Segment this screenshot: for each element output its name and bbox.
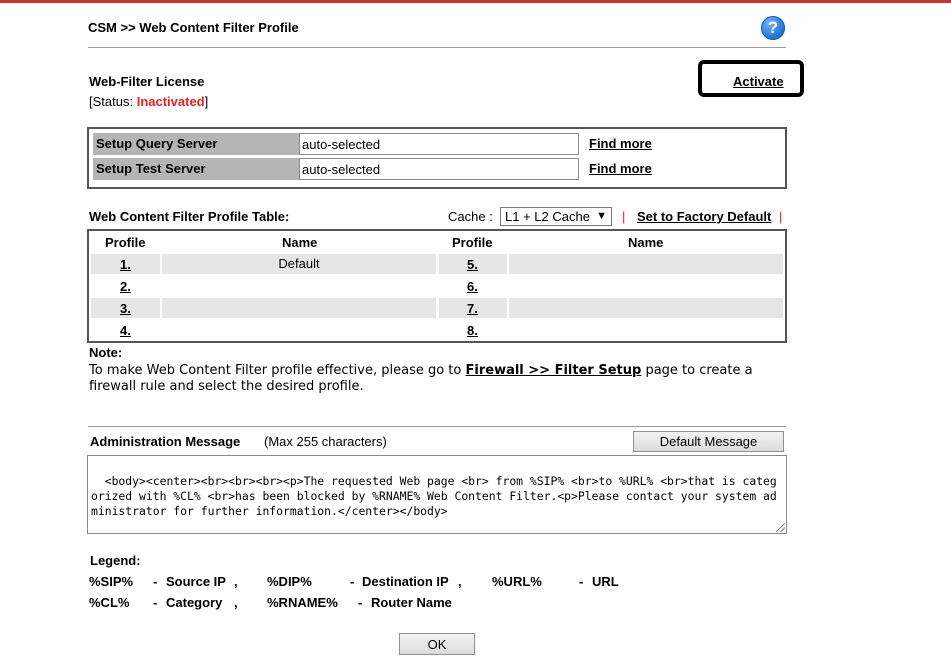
top-accent-bar	[0, 0, 951, 3]
legend-dash: -	[153, 574, 158, 589]
name-header-left: Name	[282, 235, 318, 250]
legend-dash: -	[358, 595, 363, 610]
profile-link-5[interactable]: 5.	[467, 257, 478, 272]
legend-title: Legend:	[90, 553, 141, 568]
profile-name-5	[509, 254, 783, 274]
profile-link-2[interactable]: 2.	[120, 279, 131, 294]
note-text-after: page to create a	[641, 363, 753, 378]
legend-desc-url: URL	[592, 574, 619, 589]
default-message-button[interactable]: Default Message	[633, 431, 784, 452]
legend-sep: ,	[234, 574, 238, 589]
note-title: Note:	[89, 345, 123, 360]
legend-dash: -	[579, 574, 584, 589]
profile-name-1: Default	[162, 254, 436, 274]
table-row: 3. 7.	[89, 298, 785, 318]
legend-dash: -	[350, 574, 355, 589]
separator-left: |	[622, 209, 626, 224]
table-row: 4. 8.	[89, 320, 785, 340]
profile-header-left: Profile	[105, 235, 146, 250]
cache-select[interactable]: L1 + L2 Cache ▼	[500, 207, 612, 226]
profile-link-6[interactable]: 6.	[467, 279, 478, 294]
legend-key-url: %URL%	[492, 574, 542, 589]
cache-select-value: L1 + L2 Cache	[505, 209, 590, 224]
page-title: CSM >> Web Content Filter Profile	[88, 20, 299, 35]
note-text: To make Web Content Filter profile effec…	[89, 363, 753, 378]
profile-header-right: Profile	[452, 235, 493, 250]
activate-link[interactable]: Activate	[733, 74, 784, 89]
test-server-label: Setup Test Server	[93, 158, 299, 180]
note-text-before: To make Web Content Filter profile effec…	[89, 363, 466, 378]
profile-name-7	[509, 298, 783, 318]
test-server-input[interactable]	[299, 158, 579, 180]
profile-name-8	[509, 320, 783, 340]
legend-key-sip: %SIP%	[89, 574, 134, 589]
ok-button[interactable]: OK	[399, 633, 475, 655]
admin-message-textarea[interactable]: <body><center><br><br><br><p>The request…	[87, 455, 787, 534]
query-server-input[interactable]	[299, 133, 579, 155]
admin-message-value: <body><center><br><br><br><p>The request…	[91, 474, 777, 518]
legend-desc-rname: Router Name	[371, 595, 452, 610]
profile-name-3	[162, 298, 436, 318]
separator-right: |	[779, 209, 783, 224]
filter-setup-link[interactable]: Firewall >> Filter Setup	[466, 363, 642, 378]
legend-key-dip: %DIP%	[267, 574, 312, 589]
profile-table-title: Web Content Filter Profile Table:	[89, 209, 290, 224]
legend-desc-sip: Source IP	[166, 574, 226, 589]
legend-sep: ,	[458, 574, 462, 589]
resize-grip-icon[interactable]	[776, 523, 785, 532]
factory-default-link[interactable]: Set to Factory Default	[637, 209, 771, 224]
status-prefix: [Status:	[89, 94, 137, 109]
profile-name-4	[162, 320, 436, 340]
server-settings-table: Setup Query Server Find more Setup Test …	[87, 127, 787, 189]
profile-table: Profile Name Profile Name 1. Default 5. …	[87, 229, 787, 343]
note-text-line2: firewall rule and select the desired pro…	[89, 379, 364, 394]
chevron-down-icon: ▼	[596, 210, 607, 222]
admin-message-hint: (Max 255 characters)	[264, 434, 387, 449]
cache-label: Cache :	[448, 209, 493, 224]
query-server-label: Setup Query Server	[93, 133, 299, 155]
legend-dash: -	[153, 595, 158, 610]
section-divider	[88, 426, 786, 427]
table-row: 2. 6.	[89, 276, 785, 296]
legend-key-cl: %CL%	[89, 595, 130, 610]
profile-link-4[interactable]: 4.	[120, 323, 131, 338]
name-header-right: Name	[628, 235, 664, 250]
legend-desc-dip: Destination IP	[362, 574, 449, 589]
license-status: [Status: Inactivated]	[89, 94, 208, 109]
help-icon[interactable]: ?	[761, 16, 785, 40]
status-suffix: ]	[204, 94, 209, 109]
profile-link-7[interactable]: 7.	[467, 301, 478, 316]
legend-key-rname: %RNAME%	[267, 595, 338, 610]
admin-message-title: Administration Message	[90, 434, 241, 449]
profile-link-1[interactable]: 1.	[120, 257, 131, 272]
table-row: 1. Default 5.	[89, 254, 785, 274]
legend-desc-cl: Category	[166, 595, 223, 610]
profile-link-3[interactable]: 3.	[120, 301, 131, 316]
query-server-find-more-link[interactable]: Find more	[589, 136, 652, 151]
title-divider	[88, 47, 786, 48]
profile-name-2	[162, 276, 436, 296]
license-title: Web-Filter License	[89, 74, 205, 89]
profile-link-8[interactable]: 8.	[467, 323, 478, 338]
profile-name-6	[509, 276, 783, 296]
legend-sep: ,	[234, 595, 238, 610]
test-server-find-more-link[interactable]: Find more	[589, 161, 652, 176]
status-badge: Inactivated	[136, 94, 205, 109]
